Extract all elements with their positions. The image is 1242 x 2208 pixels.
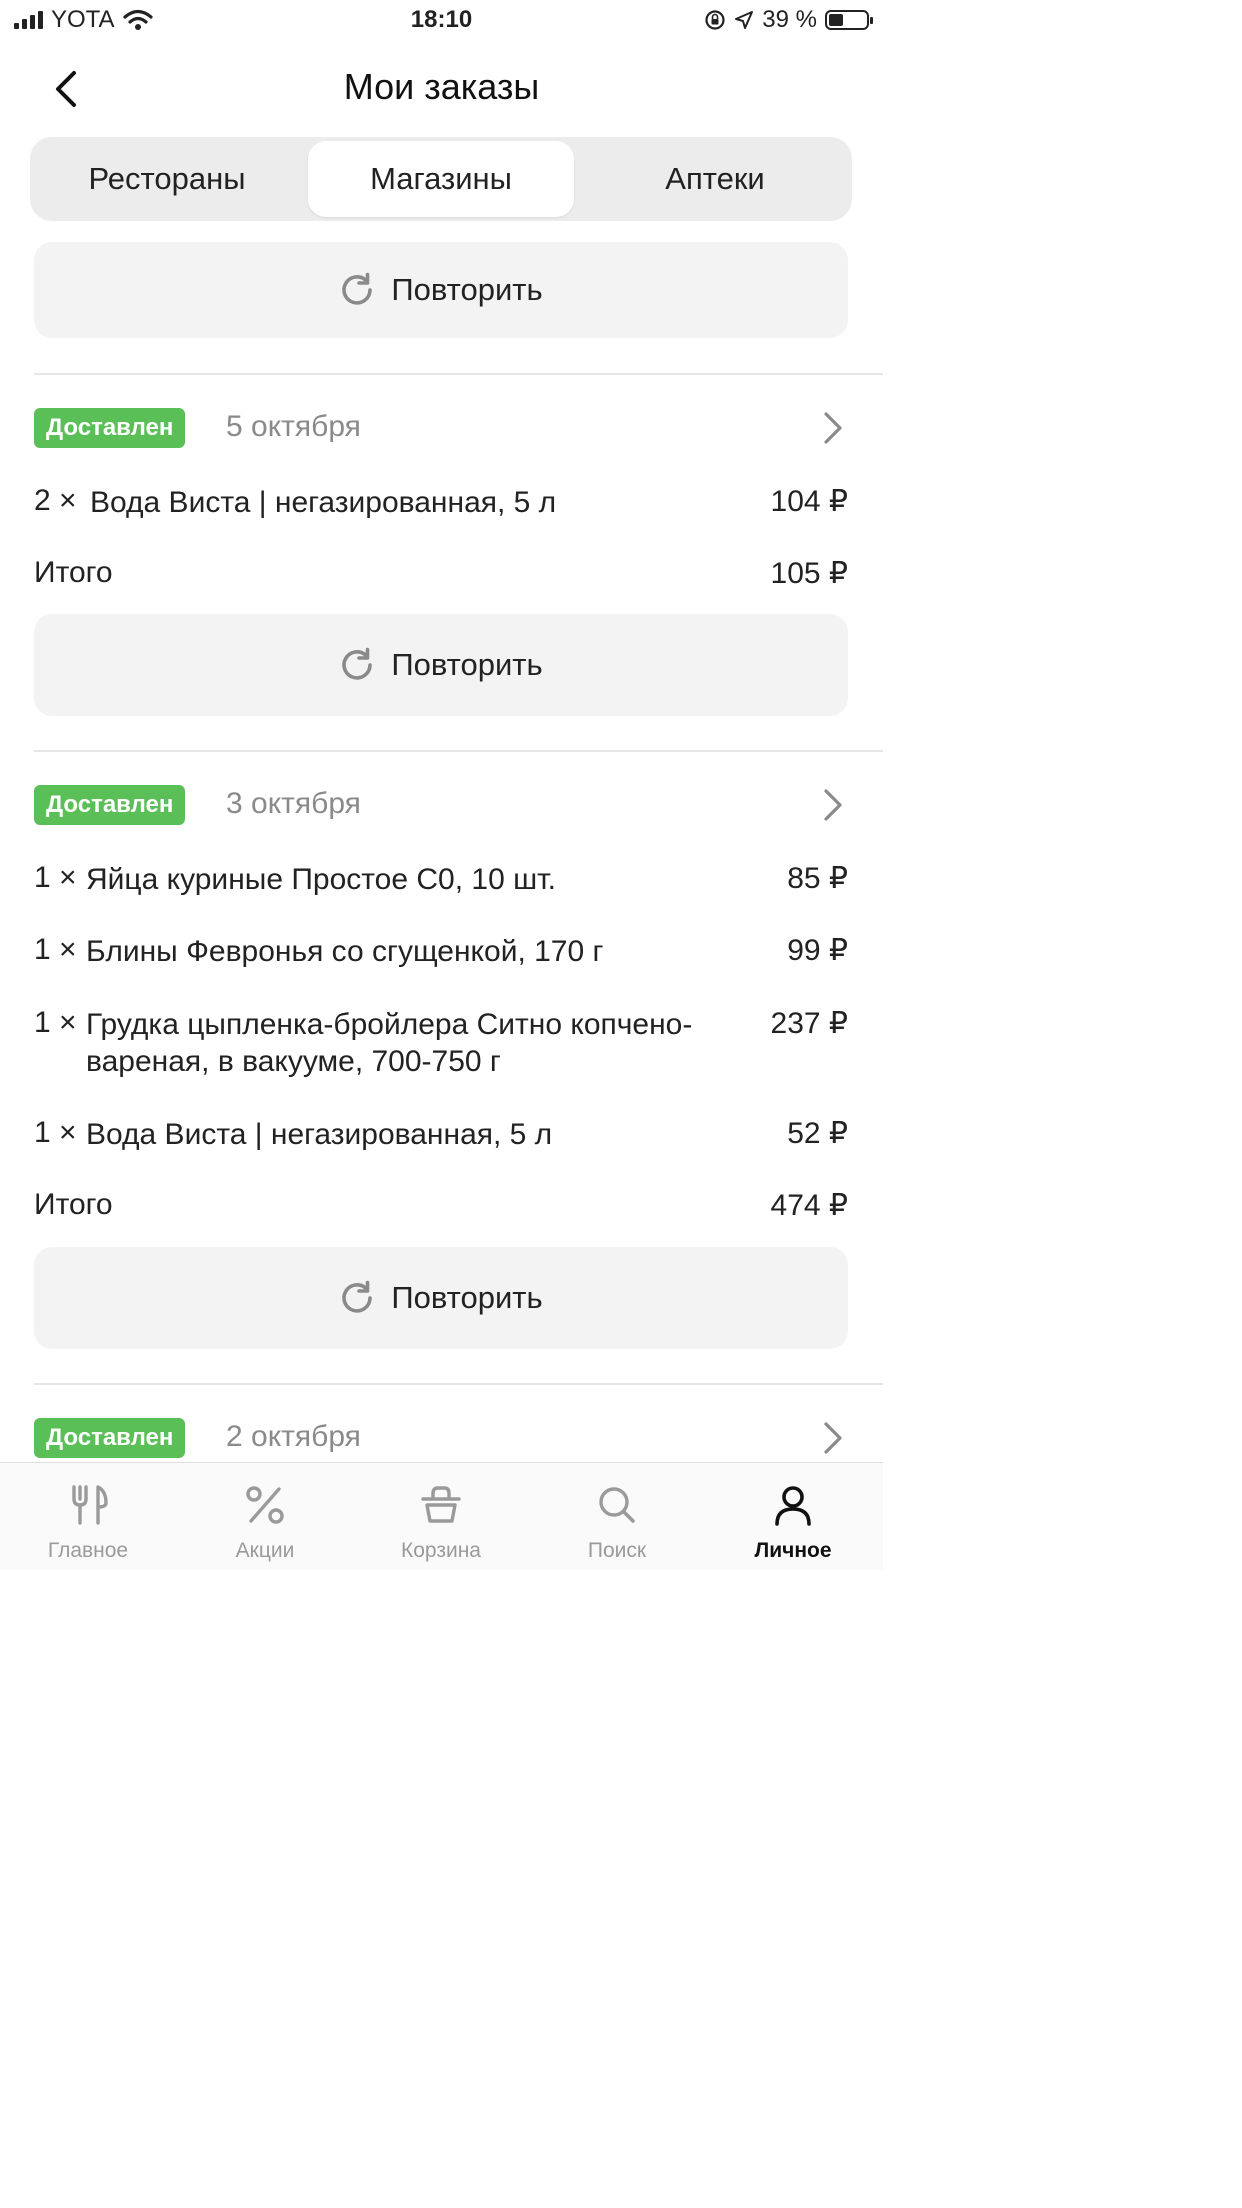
category-segmented-control: Рестораны Магазины Аптеки bbox=[30, 137, 852, 221]
status-badge: Доставлен bbox=[34, 408, 186, 448]
item-qty: 1 × bbox=[34, 933, 77, 966]
page-title: Мои заказы bbox=[343, 66, 540, 107]
order-date: 3 октября bbox=[226, 787, 361, 820]
status-badge: Доставлен bbox=[34, 1418, 186, 1458]
total-price: 105 ₽ bbox=[770, 557, 848, 590]
bottom-tab-bar: Главное Акции Корзина Поиск Личное bbox=[0, 1462, 883, 1570]
refresh-icon bbox=[342, 272, 373, 305]
percent-icon bbox=[246, 1486, 284, 1524]
total-label: Итого bbox=[34, 556, 113, 589]
tab-restaurants[interactable]: Рестораны bbox=[34, 141, 300, 217]
item-price: 52 ₽ bbox=[787, 1117, 848, 1150]
item-qty: 1 × bbox=[34, 861, 77, 894]
tab-main[interactable]: Главное bbox=[0, 1481, 176, 1567]
repeat-button[interactable]: Повторить bbox=[34, 1247, 848, 1349]
chevron-right-icon bbox=[824, 789, 842, 821]
status-bar: YOTA 18:10 39 % bbox=[0, 0, 883, 44]
tab-shops[interactable]: Магазины bbox=[308, 141, 574, 217]
repeat-label: Повторить bbox=[391, 272, 543, 307]
total-price: 474 ₽ bbox=[770, 1189, 848, 1222]
battery-icon bbox=[825, 10, 873, 30]
item-name: Грудка цыпленка-бройлера Ситно копчено-в… bbox=[86, 1008, 693, 1078]
item-name: Яйца куриные Простое С0, 10 шт. bbox=[86, 863, 556, 896]
divider bbox=[34, 1383, 883, 1385]
tab-promotions[interactable]: Акции bbox=[177, 1481, 353, 1567]
fork-knife-icon bbox=[72, 1485, 108, 1525]
order-date: 2 октября bbox=[226, 1420, 361, 1453]
search-icon bbox=[599, 1487, 635, 1523]
tab-profile[interactable]: Личное bbox=[705, 1481, 881, 1567]
item-price: 104 ₽ bbox=[770, 485, 848, 518]
tab-label: Главное bbox=[47, 1539, 129, 1562]
item-name: Блины Февронья со сгущенкой, 170 г bbox=[86, 935, 604, 968]
status-right: 39 % bbox=[704, 6, 873, 34]
item-price: 237 ₽ bbox=[770, 1007, 848, 1040]
item-name: Вода Виста | негазированная, 5 л bbox=[86, 1118, 553, 1151]
profile-icon bbox=[775, 1486, 811, 1526]
rotation-lock-icon bbox=[705, 10, 725, 30]
order-header[interactable]: Доставлен 2 октября bbox=[34, 1418, 848, 1458]
item-price: 99 ₽ bbox=[787, 934, 848, 967]
repeat-label: Повторить bbox=[391, 1280, 543, 1315]
item-qty: 2 × bbox=[34, 484, 77, 517]
tab-pharmacies[interactable]: Аптеки bbox=[582, 141, 848, 217]
repeat-button[interactable]: Повторить bbox=[34, 242, 848, 338]
item-qty: 1 × bbox=[34, 1116, 77, 1149]
item-name: Вода Виста | негазированная, 5 л bbox=[90, 486, 557, 519]
order-header[interactable]: Доставлен 3 октября bbox=[34, 785, 848, 825]
order-date: 5 октября bbox=[226, 410, 361, 443]
divider bbox=[34, 750, 883, 752]
tab-label: Поиск bbox=[587, 1539, 647, 1562]
battery-percent: 39 % bbox=[762, 6, 817, 33]
item-price: 85 ₽ bbox=[787, 862, 848, 895]
tab-label: Корзина bbox=[401, 1539, 481, 1562]
item-qty: 1 × bbox=[34, 1006, 77, 1039]
total-label: Итого bbox=[34, 1188, 113, 1221]
tab-search[interactable]: Поиск bbox=[529, 1481, 705, 1567]
order-header[interactable]: Доставлен 5 октября bbox=[34, 408, 848, 448]
repeat-button[interactable]: Повторить bbox=[34, 614, 848, 716]
refresh-icon bbox=[342, 647, 373, 680]
orders-list[interactable]: Повторить Доставлен 5 октября 2 × Вода В… bbox=[0, 240, 883, 1462]
refresh-icon bbox=[342, 1280, 373, 1313]
basket-icon bbox=[421, 1486, 461, 1523]
tab-label: Акции bbox=[235, 1539, 295, 1562]
chevron-right-icon bbox=[824, 412, 842, 444]
location-arrow-icon bbox=[735, 11, 754, 29]
tab-cart[interactable]: Корзина bbox=[353, 1481, 529, 1567]
tab-label: Личное bbox=[754, 1539, 832, 1562]
chevron-right-icon bbox=[824, 1422, 842, 1454]
status-badge: Доставлен bbox=[34, 785, 186, 825]
repeat-label: Повторить bbox=[391, 647, 543, 682]
divider bbox=[34, 373, 883, 375]
